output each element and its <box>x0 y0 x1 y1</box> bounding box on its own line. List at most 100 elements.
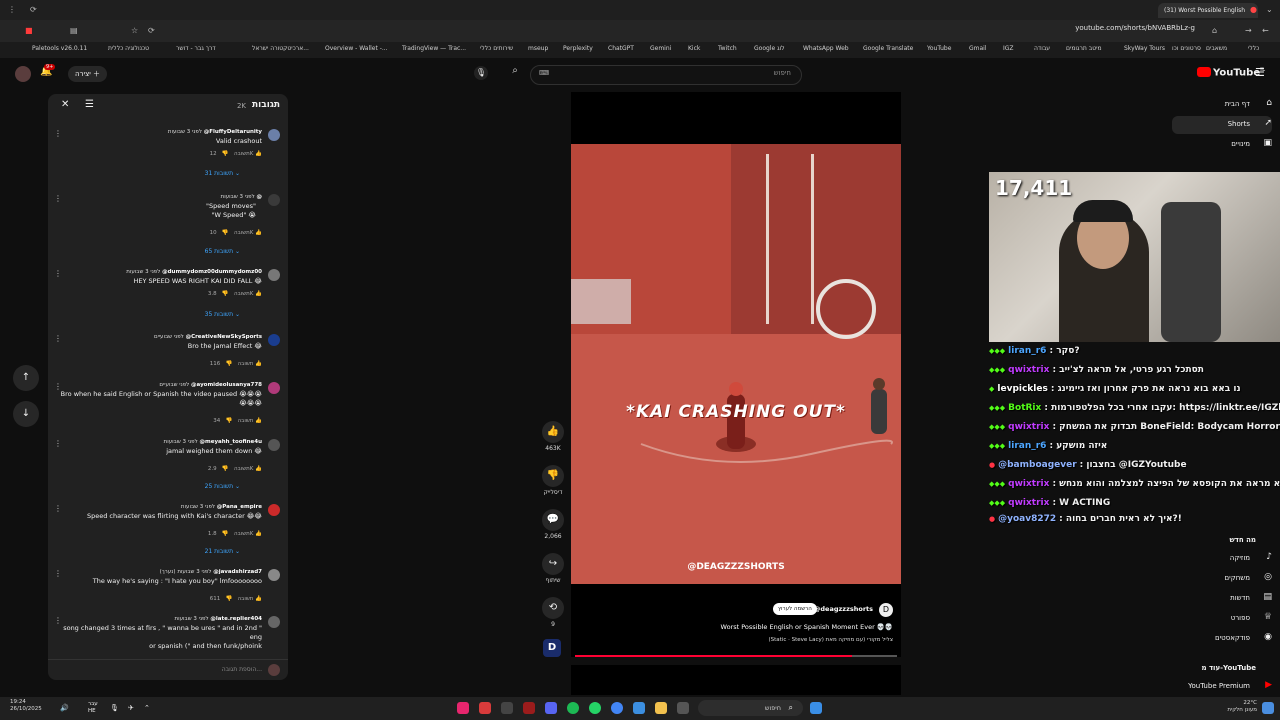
keyboard-icon[interactable]: ⌨ <box>539 69 549 77</box>
telegram-icon[interactable]: ✈ <box>128 704 134 712</box>
task-view-icon[interactable] <box>677 702 689 714</box>
reply-button[interactable]: תשובה <box>234 151 250 157</box>
bookmark-item[interactable]: משאבים <box>1206 45 1227 52</box>
replies-toggle[interactable]: 25 תשובות ⌄ <box>205 483 240 490</box>
clock[interactable]: 19:24 26/10/2025 <box>10 699 42 713</box>
bookmark-item[interactable]: Google Translate <box>863 45 913 52</box>
avatar[interactable] <box>268 129 280 141</box>
previous-short-button[interactable]: ↑ <box>13 365 39 391</box>
comment-user[interactable]: @late.replier404 <box>210 616 262 622</box>
dislike-icon[interactable]: 👎 <box>222 230 229 236</box>
bookmark-item[interactable]: Kick <box>688 45 700 52</box>
tiktok-icon[interactable] <box>457 702 469 714</box>
avatar[interactable] <box>268 504 280 516</box>
chrome-icon[interactable] <box>611 702 623 714</box>
comments-button[interactable]: 💬 2,066 <box>540 509 566 540</box>
avatar[interactable] <box>268 269 280 281</box>
avatar[interactable] <box>268 616 280 628</box>
bookmark-item[interactable]: Gmail <box>969 45 987 52</box>
bookmark-item[interactable]: טכנולוגיה כללית <box>108 45 149 52</box>
like-icon[interactable]: 👍 <box>255 230 262 236</box>
reply-button[interactable]: תשובה <box>234 531 250 537</box>
replies-toggle[interactable]: 21 תשובות ⌄ <box>205 548 240 555</box>
share-button[interactable]: ↪ שיתוף <box>540 553 566 584</box>
bookmark-item[interactable]: YouTube <box>927 45 951 52</box>
bookmark-item[interactable]: WhatsApp Web <box>803 45 849 52</box>
search-icon[interactable]: ⌕ <box>503 65 527 83</box>
dislike-button[interactable]: 👎 דיסלייק <box>540 465 566 496</box>
comment-user[interactable]: @CreativeNewSkySports <box>186 334 262 340</box>
comment-user[interactable]: @ <box>257 194 263 200</box>
nav-youtube-premium[interactable]: YouTube Premium ▶ <box>1172 678 1272 696</box>
dislike-icon[interactable]: 👎 <box>222 531 229 537</box>
nav-music[interactable]: מוזיקה ♪ <box>1182 550 1272 568</box>
audio-channel-avatar[interactable]: D <box>543 639 561 657</box>
bookmark-item[interactable]: ארכיטקטורה ישראל... <box>252 45 309 52</box>
like-button[interactable]: 👍 463K <box>540 421 566 452</box>
nav-podcasts[interactable]: פודקאסטים ◉ <box>1172 630 1272 648</box>
comment-composer[interactable]: הוספת תגובה... <box>48 659 288 680</box>
mic-icon[interactable]: 🎙 <box>110 704 119 712</box>
bookmark-item[interactable]: Gemini <box>650 45 671 52</box>
bookmark-item[interactable]: עבודה <box>1034 45 1050 52</box>
nav-sports[interactable]: ספורט ♕ <box>1182 610 1272 628</box>
comment-user[interactable]: @FluffyDeltarunity <box>204 129 262 135</box>
comment-user[interactable]: @javadshirzad7 <box>213 569 262 575</box>
reply-button[interactable]: תשובה <box>234 291 250 297</box>
discord-icon[interactable] <box>545 702 557 714</box>
tab-active[interactable]: (31) Worst Possible English <box>1158 3 1258 18</box>
video-frame[interactable]: *KAI CRASHING OUT* @DEAGZZZSHORTS <box>571 144 901 584</box>
bookmark-item[interactable]: TradingView — Trac... <box>402 45 466 52</box>
chevron-up-icon[interactable]: ⌃ <box>144 704 150 712</box>
file-explorer-icon[interactable] <box>655 702 667 714</box>
avatar[interactable] <box>268 382 280 394</box>
reply-button[interactable]: תשובה <box>234 466 250 472</box>
photos-icon[interactable] <box>633 702 645 714</box>
spotify-icon[interactable] <box>567 702 579 714</box>
comment-user[interactable]: @ayomideolusanya778 <box>191 382 262 388</box>
like-icon[interactable]: 👍 <box>255 361 262 367</box>
nav-home[interactable]: דף הבית ⌂ <box>1182 96 1272 114</box>
remix-button[interactable]: ⟲ 9 <box>540 597 566 628</box>
like-icon[interactable]: 👍 <box>255 151 262 157</box>
tabs-icon[interactable]: ▤ <box>70 26 78 35</box>
bookmark-item[interactable]: IGZ <box>1003 45 1014 52</box>
bookmark-item[interactable]: שירותים כללי <box>480 45 513 52</box>
language-indicator[interactable]: עבר HE <box>88 701 104 715</box>
comment-user[interactable]: @meyahh_toofine4u <box>200 439 263 445</box>
channel-avatar[interactable]: D <box>879 603 893 617</box>
replies-toggle[interactable]: 65 תשובות ⌄ <box>205 248 240 255</box>
forward-icon[interactable]: → <box>1245 26 1252 35</box>
avatar[interactable] <box>268 439 280 451</box>
volume-icon[interactable]: 🔊 <box>60 704 69 712</box>
sort-icon[interactable]: ☰ <box>85 99 94 110</box>
reply-button[interactable]: תשובה <box>238 418 254 424</box>
bookmark-item[interactable]: כללי <box>1248 45 1259 52</box>
like-icon[interactable]: 👍 <box>255 596 262 602</box>
bookmark-item[interactable]: ChatGPT <box>608 45 634 52</box>
replies-toggle[interactable]: 35 תשובות ⌄ <box>205 311 240 318</box>
app-icon[interactable] <box>479 702 491 714</box>
dislike-icon[interactable]: 👎 <box>222 151 229 157</box>
video-progress-bar[interactable] <box>575 655 897 657</box>
comment-user[interactable]: @Pana_empire <box>217 504 262 510</box>
nav-subscriptions[interactable]: מינויים ▣ <box>1182 136 1272 154</box>
subscribe-button[interactable]: הרשמה לערוץ <box>773 603 817 615</box>
like-icon[interactable]: 👍 <box>255 291 262 297</box>
start-icon[interactable] <box>810 702 822 714</box>
nav-shorts[interactable]: Shorts ➚ <box>1172 116 1272 134</box>
star-icon[interactable]: ☆ <box>131 26 138 35</box>
taskbar-search[interactable]: ⌕ חיפוש <box>698 700 803 716</box>
bookmark-item[interactable]: Google לוג <box>754 45 785 52</box>
dislike-icon[interactable]: 👎 <box>222 466 229 472</box>
avatar[interactable] <box>268 569 280 581</box>
dislike-icon[interactable]: 👎 <box>222 291 229 297</box>
reload-icon[interactable]: ⟳ <box>148 26 155 35</box>
back-icon[interactable]: ← <box>1262 26 1269 35</box>
refresh-icon[interactable]: ⟳ <box>30 5 37 14</box>
next-short-button[interactable]: ↓ <box>13 401 39 427</box>
avatar[interactable] <box>268 194 280 206</box>
dislike-icon[interactable]: 👎 <box>225 596 232 602</box>
like-icon[interactable]: 👍 <box>255 418 262 424</box>
reply-button[interactable]: תשובה <box>238 596 254 602</box>
